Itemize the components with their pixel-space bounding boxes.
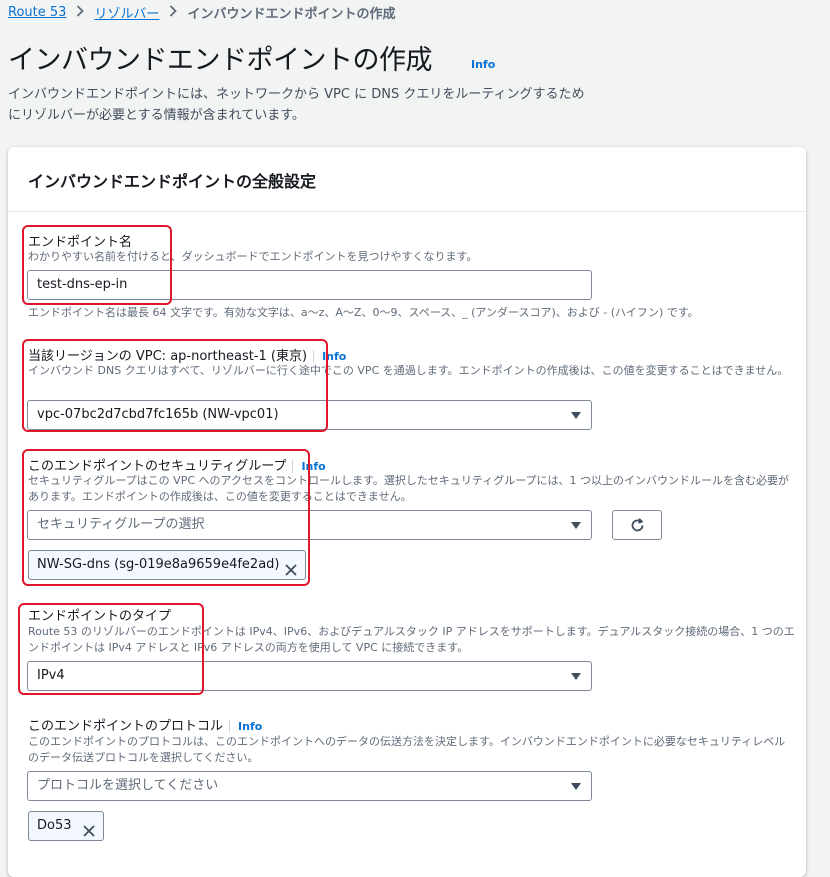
breadcrumb: Route 53 リゾルバー インバウンドエンドポイントの作成 — [8, 3, 395, 22]
security-group-info-link[interactable]: Info — [301, 460, 325, 473]
vpc-info-link[interactable]: Info — [322, 350, 346, 363]
breadcrumb-route53-link[interactable]: Route 53 — [8, 5, 66, 20]
security-group-select[interactable]: セキュリティグループの選択 — [27, 510, 592, 540]
breadcrumb-resolver-link[interactable]: リゾルバー — [94, 3, 159, 22]
refresh-icon — [629, 517, 646, 538]
refresh-button[interactable] — [612, 510, 662, 540]
security-group-token: NW-SG-dns (sg-019e8a9659e4fe2ad) — [28, 550, 306, 580]
caret-down-icon — [571, 522, 581, 529]
security-group-label-text: このエンドポイントのセキュリティグループ — [28, 459, 287, 474]
close-icon[interactable] — [285, 559, 297, 587]
endpoint-type-value: IPv4 — [37, 668, 65, 683]
security-group-label: このエンドポイントのセキュリティグループ Info — [28, 455, 326, 474]
caret-down-icon — [571, 783, 581, 790]
endpoint-name-description: わかりやすい名前を付けると、ダッシュボードでエンドポイントを見つけやすくなります… — [28, 250, 478, 263]
chevron-right-icon — [76, 4, 85, 21]
endpoint-type-description: Route 53 のリゾルバーのエンドポイントは IPv4、IPv6、およびデュ… — [28, 625, 795, 654]
protocol-placeholder: プロトコルを選択してください — [37, 778, 219, 793]
protocol-token-label: Do53 — [37, 818, 72, 833]
endpoint-name-constraint: エンドポイント名は最長 64 文字です。有効な文字は、a～z、A～Z、0～9、ス… — [28, 306, 699, 319]
divider — [313, 350, 315, 363]
page-title: インバウンドエンドポイントの作成 — [8, 45, 433, 76]
divider — [229, 720, 231, 733]
vpc-description: インバウンド DNS クエリはすべて、リゾルバーに行く途中でこの VPC を通過… — [28, 364, 789, 377]
divider — [292, 460, 294, 473]
protocol-info-link[interactable]: Info — [238, 720, 262, 733]
protocol-token: Do53 — [28, 811, 104, 841]
protocol-label: このエンドポイントのプロトコル Info — [28, 715, 262, 734]
endpoint-name-label: エンドポイント名 — [28, 235, 133, 250]
security-group-token-label: NW-SG-dns (sg-019e8a9659e4fe2ad) — [37, 557, 280, 572]
protocol-select[interactable]: プロトコルを選択してください — [27, 771, 592, 801]
caret-down-icon — [571, 412, 581, 419]
vpc-select[interactable]: vpc-07bc2d7cbd7fc165b (NW-vpc01) — [27, 400, 592, 430]
protocol-label-text: このエンドポイントのプロトコル — [28, 719, 224, 734]
vpc-label: 当該リージョンの VPC: ap-northeast-1 (東京) Info — [28, 345, 346, 364]
panel-header: インバウンドエンドポイントの全般設定 — [8, 147, 806, 212]
security-group-description: セキュリティグループはこの VPC へのアクセスをコントロールします。選択したセ… — [28, 474, 790, 503]
close-icon[interactable] — [83, 820, 95, 848]
vpc-select-value: vpc-07bc2d7cbd7fc165b (NW-vpc01) — [37, 407, 279, 422]
endpoint-name-input[interactable]: test-dns-ep-in — [27, 270, 592, 300]
endpoint-type-label: エンドポイントのタイプ — [28, 609, 172, 624]
vpc-label-text: 当該リージョンの VPC: ap-northeast-1 (東京) — [28, 349, 308, 364]
endpoint-type-select[interactable]: IPv4 — [27, 661, 592, 691]
page-info-link[interactable]: Info — [471, 58, 495, 71]
breadcrumb-current: インバウンドエンドポイントの作成 — [187, 7, 396, 22]
general-settings-panel: インバウンドエンドポイントの全般設定 エンドポイント名 わかりやすい名前を付ける… — [8, 147, 806, 877]
panel-title: インバウンドエンドポイントの全般設定 — [28, 172, 317, 191]
chevron-right-icon — [169, 4, 178, 21]
protocol-description: このエンドポイントのプロトコルは、このエンドポイントへのデータの伝送方法を決定し… — [28, 735, 786, 764]
caret-down-icon — [571, 673, 581, 680]
security-group-placeholder: セキュリティグループの選択 — [37, 517, 205, 532]
page-description: インバウンドエンドポイントには、ネットワークから VPC に DNS クエリをル… — [8, 87, 585, 123]
